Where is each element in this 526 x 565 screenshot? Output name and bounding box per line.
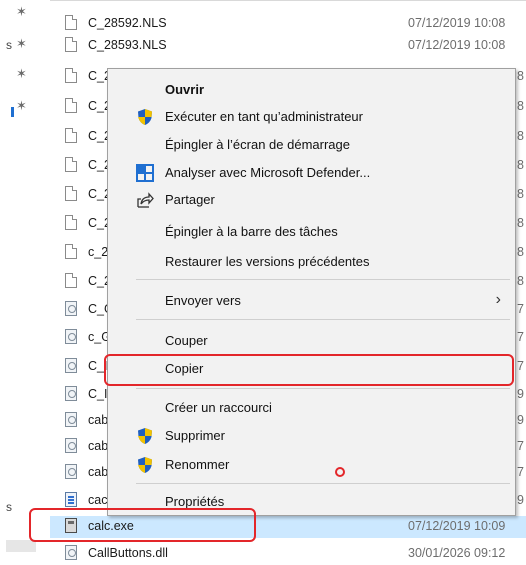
nls-file-icon xyxy=(65,15,77,30)
pin-icon[interactable]: ✶ xyxy=(16,4,27,20)
menu-separator xyxy=(136,319,510,320)
dll-file-icon xyxy=(65,386,77,401)
file-date: 8 xyxy=(517,129,524,143)
file-date: 8 xyxy=(517,69,524,83)
file-date: 07/12/2019 10:08 xyxy=(408,38,506,52)
menu-item-restore-versions[interactable]: Restaurer les versions précédentes xyxy=(108,249,515,275)
file-row[interactable]: C_28593.NLS 07/12/2019 10:08 xyxy=(50,35,526,57)
nls-file-icon xyxy=(65,68,77,83)
menu-separator xyxy=(136,279,510,280)
file-date: 9 xyxy=(517,387,524,401)
menu-item-cut[interactable]: Couper xyxy=(108,328,515,354)
menu-item-label: Épingler à l’écran de démarrage xyxy=(165,137,350,152)
menu-item-label: Restaurer les versions précédentes xyxy=(165,254,370,269)
nav-label[interactable]: s xyxy=(6,38,12,52)
menu-item-label: Renommer xyxy=(165,457,230,472)
file-date: 8 xyxy=(517,158,524,172)
defender-icon xyxy=(136,164,154,182)
pin-icon[interactable]: ✶ xyxy=(16,36,27,52)
file-name: C_28592.NLS xyxy=(88,16,167,30)
menu-item-label: Épingler à la barre des tâches xyxy=(165,224,338,239)
file-date: 9 xyxy=(517,493,524,507)
nls-file-icon xyxy=(65,215,77,230)
nls-file-icon xyxy=(65,244,77,259)
file-date: 9 xyxy=(517,413,524,427)
share-icon xyxy=(137,192,154,208)
context-menu: Ouvrir Exécuter en tant qu’administrateu… xyxy=(107,68,516,516)
menu-item-label: Couper xyxy=(165,333,208,348)
file-date: 7 xyxy=(517,439,524,453)
dll-file-icon xyxy=(65,358,77,373)
file-date: 8 xyxy=(517,274,524,288)
pin-icon[interactable]: ✶ xyxy=(16,66,27,82)
nls-file-icon xyxy=(65,157,77,172)
menu-item-pin-to-start[interactable]: Épingler à l’écran de démarrage xyxy=(108,132,515,158)
highlight-calc-annotation xyxy=(29,508,256,542)
menu-item-label: Exécuter en tant qu’administrateur xyxy=(165,109,363,124)
menu-item-pin-to-taskbar[interactable]: Épingler à la barre des tâches xyxy=(108,219,515,245)
nav-selection-marker xyxy=(11,107,14,117)
menu-separator xyxy=(136,483,510,484)
uac-shield-icon xyxy=(138,428,152,444)
file-date: 07/12/2019 10:08 xyxy=(408,16,506,30)
menu-item-delete[interactable]: Supprimer xyxy=(108,423,515,449)
file-row[interactable]: C_28592.NLS 07/12/2019 10:08 xyxy=(50,13,526,35)
window-top-border xyxy=(0,0,526,1)
menu-item-scan-defender[interactable]: Analyser avec Microsoft Defender... xyxy=(108,160,515,186)
nls-file-icon xyxy=(65,98,77,113)
menu-item-label: Ouvrir xyxy=(165,82,205,97)
file-name: C_28593.NLS xyxy=(88,38,167,52)
dll-file-icon xyxy=(65,412,77,427)
file-date: 8 xyxy=(517,245,524,259)
menu-item-rename[interactable]: Renommer xyxy=(108,452,515,478)
file-row[interactable]: CallButtons.dll 30/01/2026 09:12 xyxy=(50,543,526,565)
file-name: CallButtons.dll xyxy=(88,546,168,560)
menu-item-create-shortcut[interactable]: Créer un raccourci xyxy=(108,395,515,421)
nls-file-icon xyxy=(65,186,77,201)
menu-item-label: Créer un raccourci xyxy=(165,400,272,415)
nls-file-icon xyxy=(65,273,77,288)
dll-file-icon xyxy=(65,464,77,479)
navigation-pane: ✶ s ✶ ✶ ✶ s xyxy=(0,0,50,565)
nls-file-icon xyxy=(65,128,77,143)
dll-file-icon xyxy=(65,438,77,453)
file-date: 7 xyxy=(517,302,524,316)
pin-icon[interactable]: ✶ xyxy=(16,98,27,114)
menu-item-label: Propriétés xyxy=(165,494,225,509)
menu-item-label: Supprimer xyxy=(165,428,225,443)
uac-shield-icon xyxy=(138,457,152,473)
menu-item-label: Envoyer vers xyxy=(165,293,241,308)
file-date: 8 xyxy=(517,187,524,201)
dll-file-icon xyxy=(65,545,77,560)
file-date: 07/12/2019 10:09 xyxy=(408,519,506,533)
menu-item-label: Partager xyxy=(165,192,215,207)
file-date: 8 xyxy=(517,216,524,230)
menu-item-send-to[interactable]: Envoyer vers › xyxy=(108,288,515,314)
dll-file-icon xyxy=(65,329,77,344)
config-file-icon xyxy=(65,492,77,507)
file-date: 8 xyxy=(517,99,524,113)
menu-item-label: Analyser avec Microsoft Defender... xyxy=(165,165,371,180)
highlight-copy-annotation xyxy=(104,354,514,386)
menu-item-open[interactable]: Ouvrir xyxy=(108,77,515,103)
cursor-marker-annotation xyxy=(335,467,345,477)
chevron-right-icon: › xyxy=(495,291,501,308)
nls-file-icon xyxy=(65,37,77,52)
menu-separator xyxy=(136,388,510,389)
menu-item-run-as-admin[interactable]: Exécuter en tant qu’administrateur xyxy=(108,104,515,130)
file-date: 7 xyxy=(517,359,524,373)
dll-file-icon xyxy=(65,301,77,316)
menu-item-share[interactable]: Partager xyxy=(108,187,515,213)
file-date: 7 xyxy=(517,465,524,479)
nav-scroll-area xyxy=(6,540,36,552)
uac-shield-icon xyxy=(138,109,152,125)
file-date: 30/01/2026 09:12 xyxy=(408,546,506,560)
nav-label[interactable]: s xyxy=(6,500,12,514)
file-date: 7 xyxy=(517,330,524,344)
